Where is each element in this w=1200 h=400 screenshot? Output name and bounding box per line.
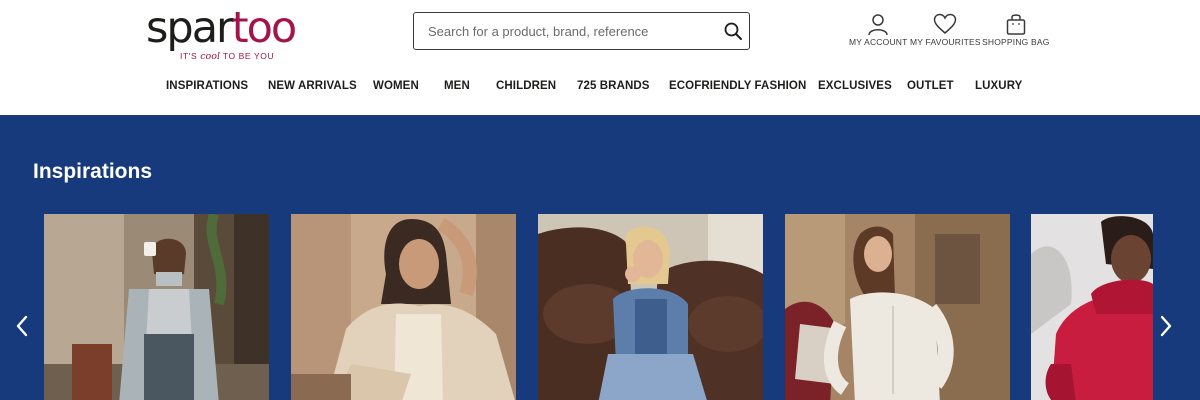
logo-word-spar: spar [146, 3, 234, 53]
tagline-emphasis: cool [200, 51, 221, 62]
inspiration-photo-2 [291, 214, 516, 400]
nav-item-luxury[interactable]: LUXURY [975, 80, 1022, 92]
my-favourites-button[interactable]: MY FAVOURITES [910, 12, 981, 47]
inspiration-photo-4 [785, 214, 1010, 400]
nav-item-outlet[interactable]: OUTLET [907, 80, 954, 92]
logo-wordmark: spartoo [146, 3, 297, 53]
tagline-start: IT'S [180, 51, 201, 61]
chevron-right-icon[interactable] [1155, 313, 1175, 339]
spartoo-logo[interactable]: spartoo IT'S cool TO BE YOU [146, 3, 316, 62]
inspiration-card-5[interactable] [1031, 214, 1153, 400]
nav-item-women[interactable]: WOMEN [373, 80, 419, 92]
inspirations-section: Inspirations [0, 115, 1200, 400]
nav-item-children[interactable]: CHILDREN [496, 80, 556, 92]
chevron-left-icon[interactable] [13, 313, 33, 339]
inspiration-photo-1 [44, 214, 269, 400]
inspirations-title: Inspirations [33, 160, 153, 183]
shopping-bag-label: SHOPPING BAG [982, 37, 1050, 47]
my-account-label: MY ACCOUNT [849, 37, 908, 47]
nav-item-new-arrivals[interactable]: NEW ARRIVALS [268, 80, 357, 92]
logo-tagline: IT'S cool TO BE YOU [180, 51, 274, 62]
my-account-button[interactable]: MY ACCOUNT [849, 12, 908, 47]
main-nav: INSPIRATIONS NEW ARRIVALS WOMEN MEN CHIL… [0, 80, 1200, 98]
shopping-bag-button[interactable]: SHOPPING BAG [982, 12, 1050, 47]
my-favourites-label: MY FAVOURITES [910, 37, 981, 47]
inspiration-photo-3 [538, 214, 763, 400]
search-box [413, 12, 750, 50]
tagline-end: TO BE YOU [220, 51, 275, 61]
inspiration-card-2[interactable] [291, 214, 516, 400]
shopping-bag-icon [1006, 14, 1026, 35]
inspiration-card-4[interactable] [785, 214, 1010, 400]
search-icon[interactable] [723, 21, 743, 41]
nav-item-inspirations[interactable]: INSPIRATIONS [166, 80, 248, 92]
inspiration-card-1[interactable] [44, 214, 269, 400]
user-icon [868, 14, 889, 36]
nav-item-men[interactable]: MEN [444, 80, 470, 92]
nav-item-ecofriendly-fashion[interactable]: ECOFRIENDLY FASHION [669, 80, 806, 92]
nav-item-725-brands[interactable]: 725 BRANDS [577, 80, 650, 92]
inspiration-card-3[interactable] [538, 214, 763, 400]
logo-word-too: too [231, 3, 297, 53]
heart-icon [934, 13, 957, 34]
search-input[interactable] [428, 13, 718, 49]
nav-item-exclusives[interactable]: EXCLUSIVES [818, 80, 892, 92]
inspiration-photo-5 [1031, 214, 1153, 400]
site-header: spartoo IT'S cool TO BE YOU MY ACCOUNT M… [0, 0, 1200, 115]
